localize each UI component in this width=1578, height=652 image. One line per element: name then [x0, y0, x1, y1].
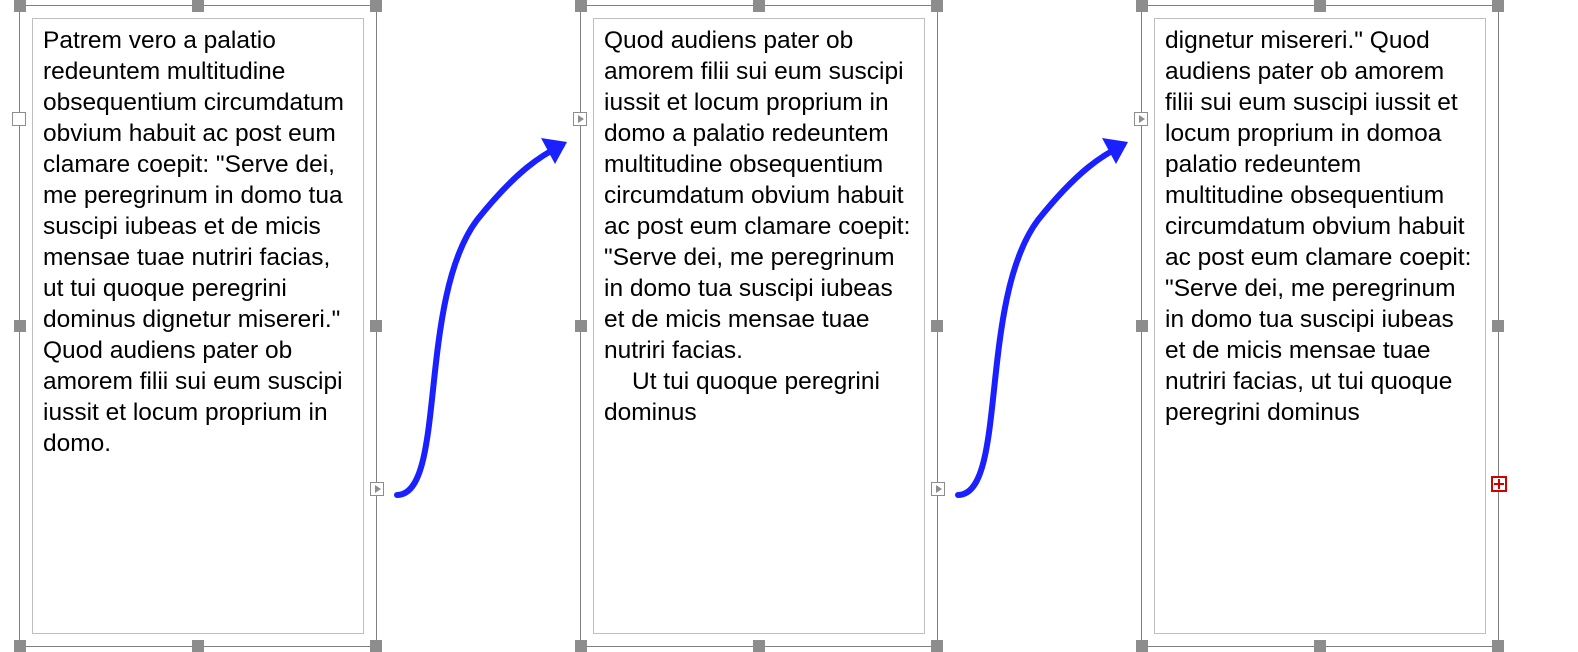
thread-in-port[interactable]: [1134, 112, 1148, 126]
thread-in-arrow-icon: [576, 114, 586, 124]
text-frame-1[interactable]: Patrem vero a palatio redeuntem multitud…: [19, 5, 377, 647]
thread-out-arrow-icon: [373, 484, 383, 494]
overset-text-indicator[interactable]: [1491, 476, 1507, 492]
resize-handle-top-left[interactable]: [14, 0, 26, 12]
text-frame-1-content[interactable]: Patrem vero a palatio redeuntem multitud…: [43, 25, 353, 627]
text-frame-2[interactable]: Quod audiens pater ob amorem filii sui e…: [580, 5, 938, 647]
resize-handle-middle-right[interactable]: [370, 320, 382, 332]
resize-handle-middle-left[interactable]: [1136, 320, 1148, 332]
resize-handle-top-right[interactable]: [931, 0, 943, 12]
resize-handle-top-center[interactable]: [1314, 0, 1326, 12]
resize-handle-top-center[interactable]: [753, 0, 765, 12]
resize-handle-bottom-right[interactable]: [1492, 640, 1504, 652]
text-frame-3-content[interactable]: dignetur misereri." Quod audiens pater o…: [1165, 25, 1475, 627]
thread-out-port[interactable]: [931, 482, 945, 496]
thread-in-arrow-icon: [1137, 114, 1147, 124]
text-frame-2-content[interactable]: Quod audiens pater ob amorem filii sui e…: [604, 25, 914, 627]
resize-handle-middle-right[interactable]: [1492, 320, 1504, 332]
thread-out-port[interactable]: [370, 482, 384, 496]
text-frame-3-inner[interactable]: dignetur misereri." Quod audiens pater o…: [1154, 18, 1486, 634]
resize-handle-bottom-center[interactable]: [192, 640, 204, 652]
text-frame-3[interactable]: dignetur misereri." Quod audiens pater o…: [1141, 5, 1499, 647]
flow-arrow-2-to-3: [938, 100, 1148, 520]
resize-handle-bottom-right[interactable]: [931, 640, 943, 652]
text-frame-1-paragraph[interactable]: Patrem vero a palatio redeuntem multitud…: [43, 25, 353, 459]
resize-handle-middle-right[interactable]: [931, 320, 943, 332]
resize-handle-top-right[interactable]: [1492, 0, 1504, 12]
resize-handle-bottom-center[interactable]: [1314, 640, 1326, 652]
resize-handle-bottom-center[interactable]: [753, 640, 765, 652]
resize-handle-top-center[interactable]: [192, 0, 204, 12]
flow-arrow-1-to-2: [377, 100, 587, 520]
resize-handle-top-left[interactable]: [1136, 0, 1148, 12]
resize-handle-middle-left[interactable]: [575, 320, 587, 332]
text-frame-3-paragraph[interactable]: dignetur misereri." Quod audiens pater o…: [1165, 25, 1475, 428]
resize-handle-middle-left[interactable]: [14, 320, 26, 332]
resize-handle-bottom-left[interactable]: [14, 640, 26, 652]
resize-handle-bottom-right[interactable]: [370, 640, 382, 652]
text-frame-2-inner[interactable]: Quod audiens pater ob amorem filii sui e…: [593, 18, 925, 634]
resize-handle-bottom-left[interactable]: [1136, 640, 1148, 652]
text-frame-2-paragraph-2-text[interactable]: Ut tui quoque peregrini dominus: [604, 368, 880, 426]
thread-out-arrow-icon: [934, 484, 944, 494]
text-frame-2-paragraph-2[interactable]: Ut tui quoque peregrini dominus: [604, 366, 914, 428]
resize-handle-top-left[interactable]: [575, 0, 587, 12]
resize-handle-top-right[interactable]: [370, 0, 382, 12]
resize-handle-bottom-left[interactable]: [575, 640, 587, 652]
thread-in-port[interactable]: [12, 112, 26, 126]
text-frame-2-paragraph-1[interactable]: Quod audiens pater ob amorem filii sui e…: [604, 25, 914, 366]
thread-in-port[interactable]: [573, 112, 587, 126]
text-frame-1-inner[interactable]: Patrem vero a palatio redeuntem multitud…: [32, 18, 364, 634]
